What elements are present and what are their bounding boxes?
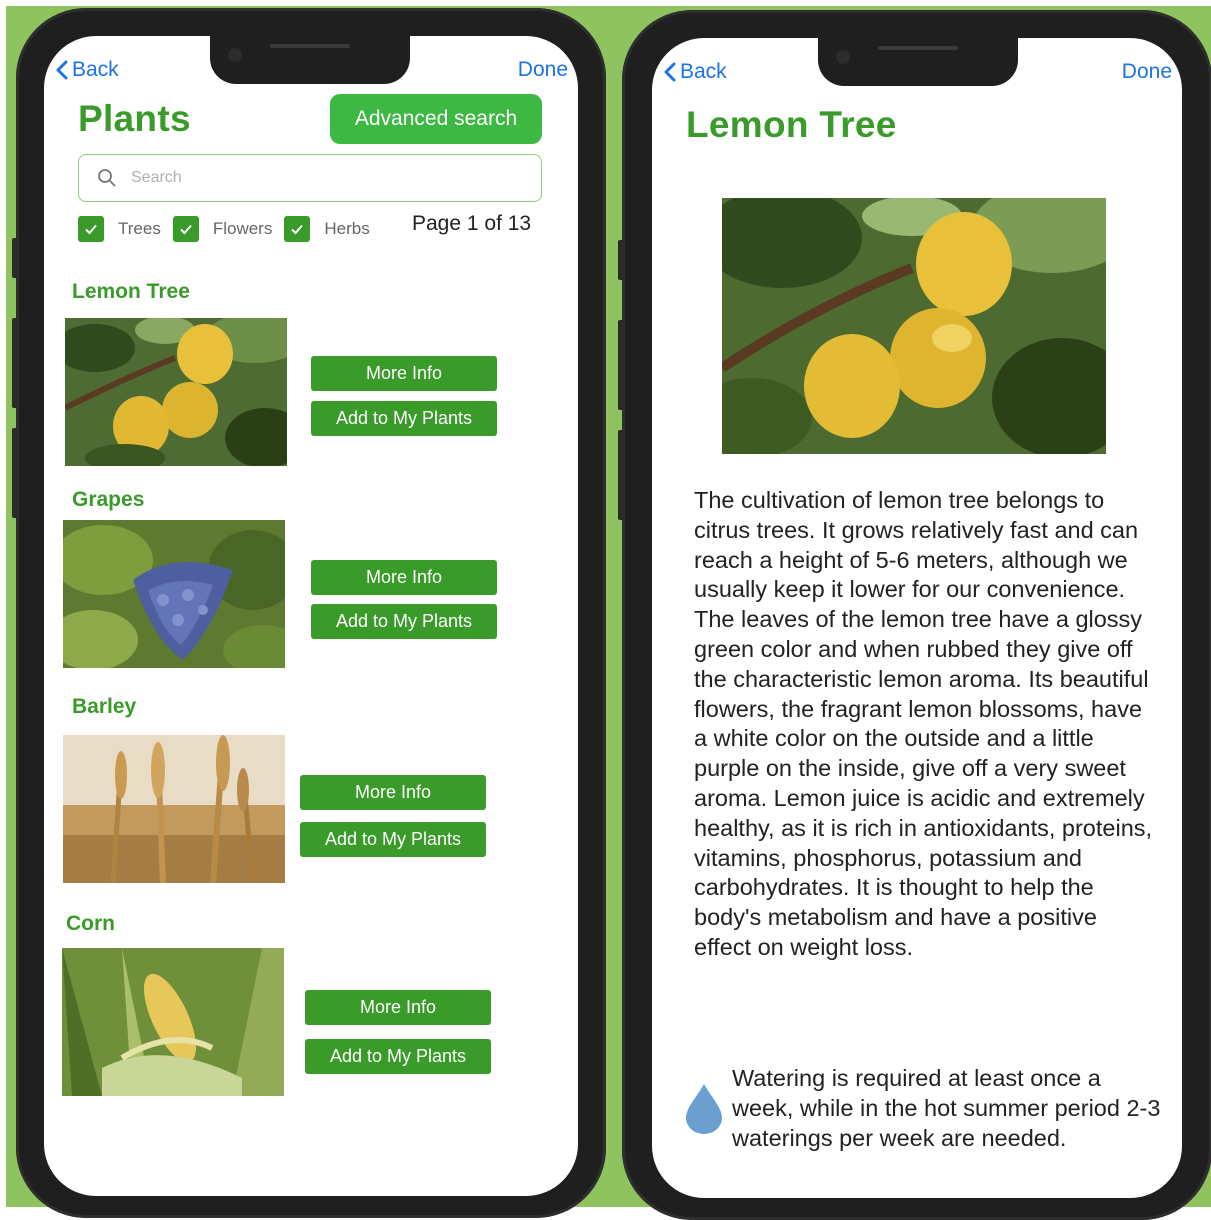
flowers-checkbox[interactable] — [172, 216, 199, 242]
grapes-image[interactable] — [63, 520, 285, 668]
camera — [228, 48, 242, 62]
barley-image[interactable] — [63, 735, 285, 883]
herbs-label: Herbs — [324, 219, 370, 238]
flowers-label: Flowers — [212, 219, 273, 238]
back-button[interactable]: Back — [664, 60, 727, 84]
advanced-search-button[interactable]: Advanced search — [330, 94, 542, 144]
trees-label: Trees — [118, 219, 161, 238]
side-button — [12, 428, 18, 518]
chevron-left-icon — [664, 62, 676, 82]
add-to-my-plants-button[interactable]: Add to My Plants — [311, 401, 497, 436]
search-icon — [98, 169, 116, 187]
search-input[interactable] — [129, 168, 513, 188]
plants-list-screen: Back Done Plants Advanced search Trees F… — [44, 36, 578, 1196]
water-drop-icon — [686, 1084, 722, 1134]
plant-description: The cultivation of lemon tree belongs to… — [694, 487, 1153, 960]
item-title-barley: Barley — [72, 695, 137, 718]
back-button[interactable]: Back — [56, 58, 119, 82]
checkmark-icon — [291, 224, 304, 235]
speaker — [878, 46, 958, 50]
search-bar — [78, 154, 542, 202]
more-info-button[interactable]: More Info — [311, 560, 497, 595]
corn-photo — [62, 948, 284, 1096]
camera — [836, 50, 850, 64]
checkmark-icon — [85, 224, 97, 235]
item-title-lemon-tree: Lemon Tree — [72, 280, 190, 303]
plant-detail-screen: Back Done Lemon Tree The cultivation of … — [652, 38, 1182, 1198]
trees-checkbox[interactable] — [78, 216, 104, 242]
speaker — [270, 44, 350, 48]
notch — [818, 38, 1018, 86]
notch — [210, 36, 410, 84]
lemon-tree-image[interactable] — [65, 318, 287, 466]
more-info-button[interactable]: More Info — [305, 990, 491, 1025]
herbs-checkbox[interactable] — [284, 216, 311, 242]
done-button[interactable]: Done — [1122, 60, 1172, 84]
lemon-tree-photo — [722, 198, 1106, 454]
done-button[interactable]: Done — [518, 58, 568, 82]
lemon-tree-photo — [65, 318, 287, 466]
lemon-tree-hero-image — [722, 198, 1106, 454]
add-to-my-plants-button[interactable]: Add to My Plants — [305, 1039, 491, 1074]
more-info-button[interactable]: More Info — [300, 775, 486, 810]
barley-photo — [63, 735, 285, 883]
side-button — [12, 318, 18, 408]
page-title: Plants — [78, 98, 191, 139]
page-title: Lemon Tree — [686, 104, 897, 145]
side-button — [618, 240, 624, 280]
watering-info: Watering is required at least once a wee… — [732, 1065, 1161, 1151]
item-title-grapes: Grapes — [72, 488, 145, 511]
corn-image[interactable] — [62, 948, 284, 1096]
checkmark-icon — [180, 224, 192, 235]
back-label: Back — [72, 58, 119, 81]
chevron-left-icon — [56, 60, 68, 80]
side-button — [12, 238, 18, 278]
item-title-corn: Corn — [66, 912, 115, 935]
grapes-photo — [63, 520, 285, 668]
side-button — [618, 430, 624, 520]
back-label: Back — [680, 60, 727, 83]
add-to-my-plants-button[interactable]: Add to My Plants — [300, 822, 486, 857]
page-indicator: Page 1 of 13 — [412, 212, 532, 235]
filter-checkboxes: Trees Flowers Herbs — [78, 216, 382, 242]
phone-frame-plants-list: Back Done Plants Advanced search Trees F… — [12, 8, 606, 1218]
more-info-button[interactable]: More Info — [311, 356, 497, 391]
phone-frame-plant-detail: Back Done Lemon Tree The cultivation of … — [618, 10, 1211, 1220]
add-to-my-plants-button[interactable]: Add to My Plants — [311, 604, 497, 639]
side-button — [618, 320, 624, 410]
